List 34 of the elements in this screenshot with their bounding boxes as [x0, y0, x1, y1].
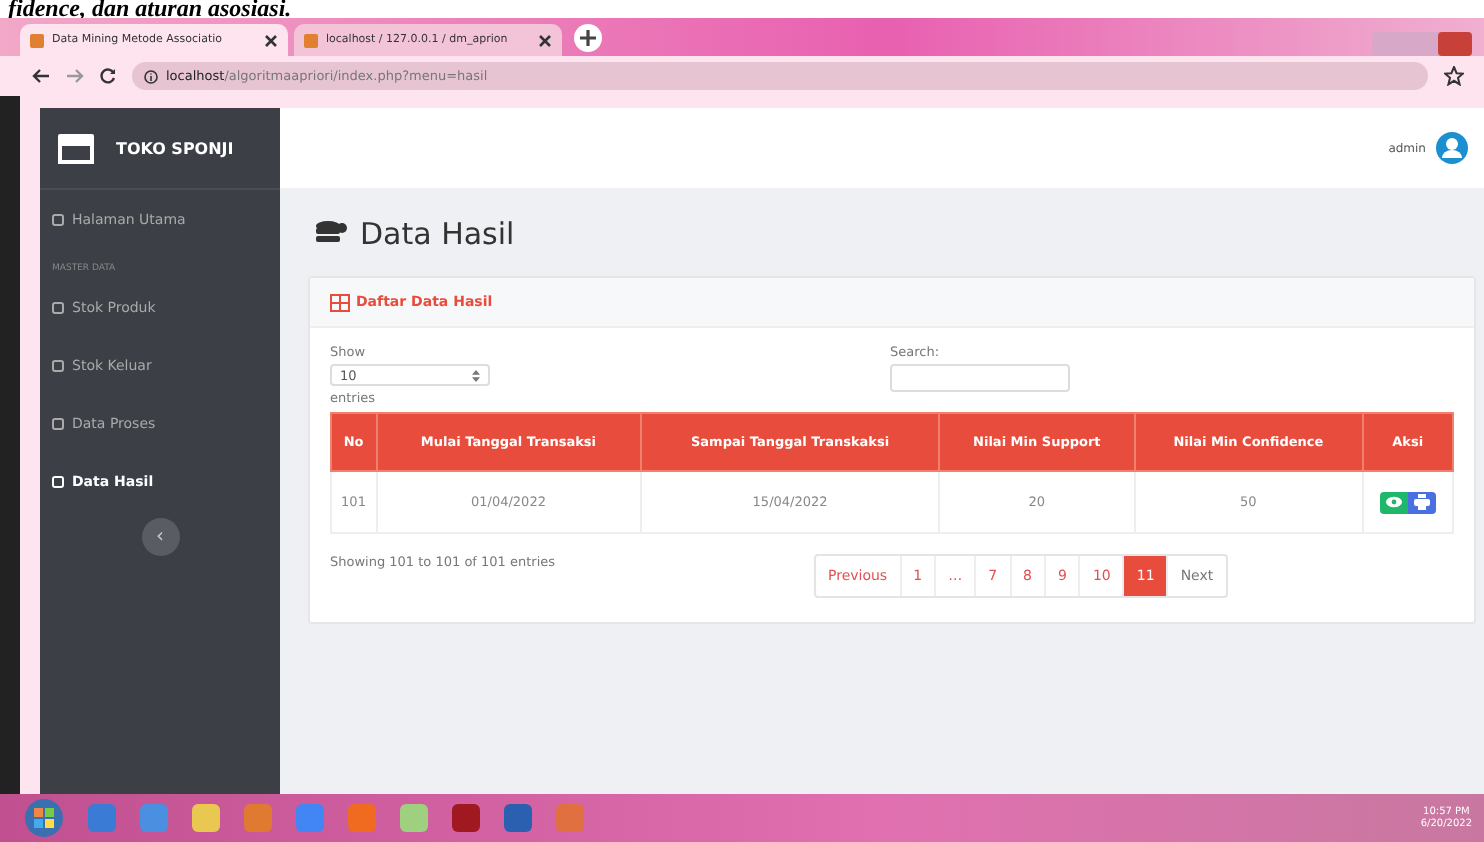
sort-arrows-icon	[472, 369, 480, 381]
page-title: Data Hasil	[360, 216, 515, 252]
reload-icon[interactable]	[100, 68, 116, 84]
info-icon[interactable]	[144, 69, 158, 83]
taskbar-app-icon[interactable]	[192, 804, 220, 832]
favicon-icon	[304, 33, 318, 47]
print-icon	[1413, 494, 1430, 510]
eye-icon	[1385, 496, 1402, 508]
new-tab-icon[interactable]	[574, 23, 602, 51]
table-icon	[330, 293, 350, 311]
star-icon[interactable]	[1444, 66, 1464, 86]
close-icon[interactable]	[264, 33, 278, 47]
taskbar-app-icon[interactable]	[504, 804, 532, 832]
store-icon	[56, 132, 96, 164]
forward-icon[interactable]	[66, 68, 84, 84]
user-avatar-icon[interactable]	[1436, 132, 1468, 164]
taskbar-app-icon[interactable]	[244, 804, 272, 832]
taskbar-app-icon[interactable]	[452, 804, 480, 832]
start-icon[interactable]	[24, 798, 64, 838]
square-icon	[52, 475, 64, 487]
brand-name: TOKO SPONJI	[116, 139, 234, 157]
taskbar-app-icon[interactable]	[140, 804, 168, 832]
collapse-button[interactable]: ‹	[141, 518, 179, 556]
favicon-icon	[30, 33, 44, 47]
square-icon	[52, 213, 64, 225]
search-field[interactable]	[890, 364, 1070, 392]
back-icon[interactable]	[32, 68, 50, 84]
square-icon	[52, 417, 64, 429]
print-button[interactable]	[1407, 491, 1436, 513]
taskbar-app-icon[interactable]	[400, 804, 428, 832]
square-icon	[52, 301, 64, 313]
view-button[interactable]	[1379, 491, 1408, 513]
square-icon	[52, 359, 64, 371]
close-icon[interactable]	[538, 33, 552, 47]
